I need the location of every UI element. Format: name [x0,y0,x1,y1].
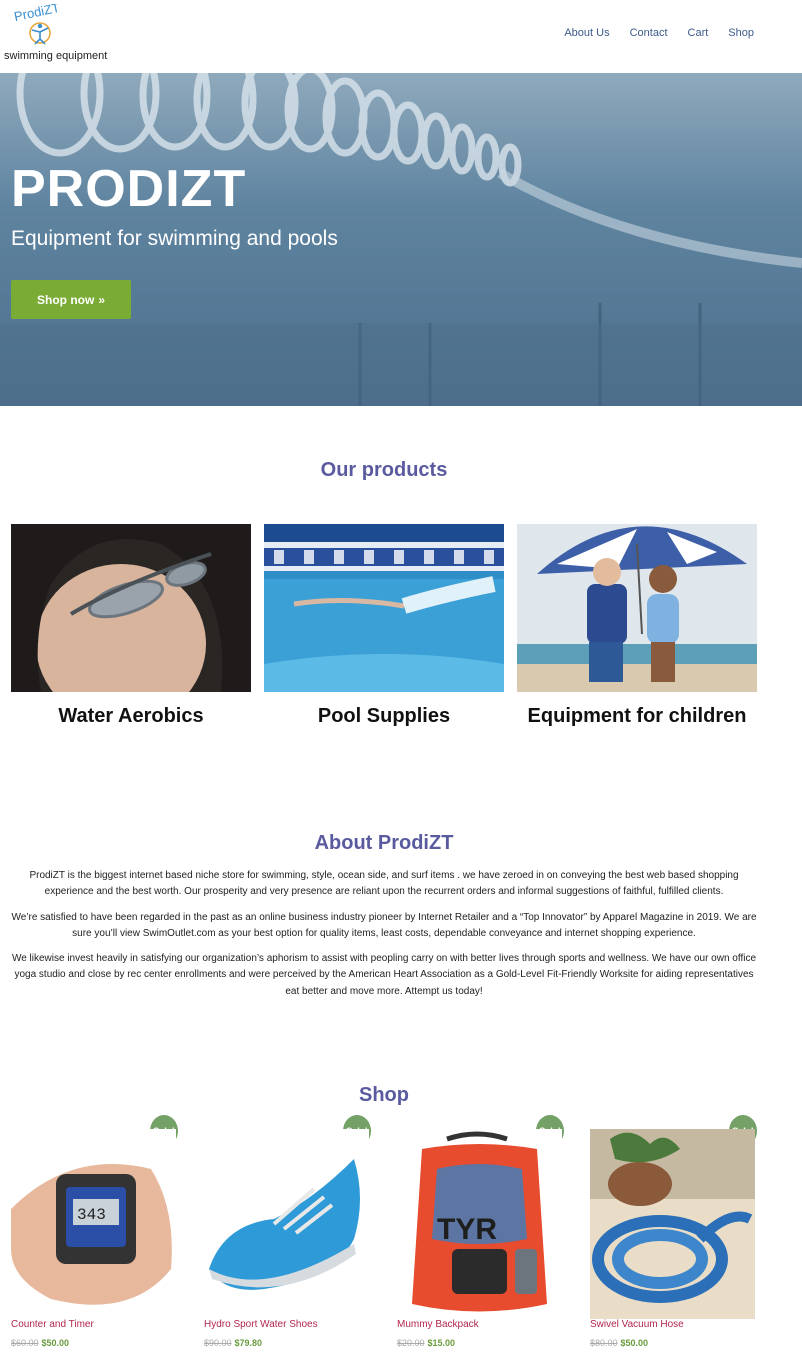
pool-supplies-image [264,524,504,692]
sale-price: $15.00 [427,1338,456,1348]
shop-item-counter-timer[interactable]: Sale! 343 Counter and Timer $60.00$50.00 [11,1115,186,1348]
svg-text:TYR: TYR [437,1213,497,1246]
about-heading: About ProdiZT [314,832,454,854]
logo-tagline: swimming equipment [4,50,108,62]
mummy-backpack-image: TYR [397,1129,562,1319]
nav-contact[interactable]: Contact [630,27,668,39]
shop-item-vacuum-hose[interactable]: Sale! Swivel Vacuum Hose $80.00$50.00 [590,1115,765,1348]
water-aerobics-image [11,524,251,692]
about-paragraph: We likewise invest heavily in satisfying… [11,953,757,997]
main-nav: About Us Contact Cart Shop [564,27,754,39]
svg-text:ProdiZT: ProdiZT [13,4,61,24]
shop-item-price: $20.00 $15.00 [397,1338,572,1348]
counter-timer-image: 343 [11,1129,176,1319]
old-price: $80.00 [590,1338,618,1348]
shop-item-price: $80.00 $50.00 [590,1338,765,1348]
old-price: $20.00 [397,1338,425,1348]
nav-shop[interactable]: Shop [728,27,754,39]
products-heading: Our products [320,459,448,481]
hero-subtitle: Equipment for swimming and pools [11,227,338,250]
about-paragraph: ProdiZT is the biggest internet based ni… [29,870,739,898]
shop-now-button[interactable]: Shop now » [11,280,131,319]
shop-item-water-shoes[interactable]: Sale! Hydro Sport Water Shoes $90.00$79.… [204,1115,379,1348]
nav-cart[interactable]: Cart [688,27,709,39]
sale-price: $79.80 [234,1338,263,1348]
old-price: $60.00 [11,1338,39,1348]
site-header: ProdiZT swimming equipment About Us Cont… [0,0,802,73]
shop-item-price: $90.00 $79.80 [204,1338,379,1348]
old-price: $90.00 [204,1338,232,1348]
shop-heading: Shop [359,1084,409,1106]
nav-about-us[interactable]: About Us [564,27,609,39]
shop-item-name[interactable]: Swivel Vacuum Hose [590,1319,765,1330]
shop-item-price: $60.00 $50.00 [11,1338,186,1348]
shop-item-mummy-backpack[interactable]: Sale! TYR Mummy Backpack $20.00$15.00 [397,1115,572,1348]
shop-item-name[interactable]: Counter and Timer [11,1319,186,1330]
shop-now-label: Shop now [36,292,95,307]
water-shoes-image [204,1129,369,1319]
about-text: ProdiZT is the biggest internet based ni… [10,868,758,1009]
hero-banner: PRODIZT Equipment for swimming and pools… [0,73,802,406]
product-name: Water Aerobics [58,705,204,727]
children-equipment-image [517,524,757,692]
about-paragraph: We’re satisfied to have been regarded in… [11,911,757,939]
product-name: Pool Supplies [317,705,451,727]
vacuum-hose-image [590,1129,755,1319]
hero-title: PRODIZT [11,160,247,218]
swimmer-logo-icon: ProdiZT [13,4,61,45]
sale-price: $50.00 [620,1338,649,1348]
svg-text:343: 343 [77,1206,106,1224]
double-chevron-right-icon: » [98,292,105,307]
product-card-pool-supplies[interactable]: Pool Supplies [264,524,504,728]
product-card-water-aerobics[interactable]: Water Aerobics [11,524,251,728]
product-card-equipment-children[interactable]: Equipment for children [517,524,757,728]
shop-item-name[interactable]: Mummy Backpack [397,1319,572,1330]
site-logo[interactable]: ProdiZT swimming equipment [4,4,114,64]
sale-price: $50.00 [41,1338,70,1348]
shop-item-name[interactable]: Hydro Sport Water Shoes [204,1319,379,1330]
product-name: Equipment for children [527,705,747,727]
